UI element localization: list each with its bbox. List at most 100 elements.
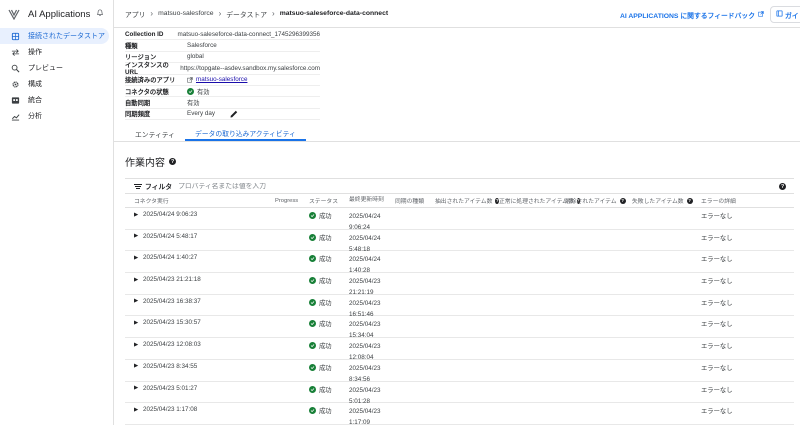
detail-value: Every day [187,109,239,119]
check-circle-icon [309,255,316,263]
notification-bell-icon[interactable] [95,9,105,19]
expand-arrow-icon[interactable]: ▶ [134,277,143,283]
updated-date: 2025/04/24 [349,213,381,220]
updated-time: 1:40:28 [349,267,371,275]
table-row[interactable]: ▶ 2025/04/23 12:08:03 成功 2025/04/23 12:0… [125,338,794,363]
status-text: 成功 [319,213,332,220]
edit-pencil-icon[interactable] [229,109,239,119]
expand-arrow-icon[interactable]: ▶ [134,212,143,218]
detail-value: global [187,53,204,61]
expand-arrow-icon[interactable]: ▶ [134,255,143,261]
status-text: 成功 [319,256,332,264]
detail-value: 有効 [187,100,200,108]
run-cell: ▶ 2025/04/23 1:17:08 [125,406,275,413]
run-time: 2025/04/24 5:48:17 [143,232,198,240]
column-header-run[interactable]: コネクタ実行 [125,196,275,205]
column-header-deleted[interactable]: 削除されたアイテム? [565,196,632,205]
sidebar-item-integration[interactable]: 統合 [0,92,113,108]
help-icon[interactable]: ? [686,197,693,204]
column-header-extracted[interactable]: 抽出されたアイテム数? [435,196,499,205]
filter-label: フィルタ [145,184,173,191]
status-cell: 成功 [309,276,349,285]
table-row[interactable]: ▶ 2025/04/24 1:40:27 成功 2025/04/24 1:40:… [125,251,794,275]
section-title: 作業内容 ? [125,154,176,169]
sidebar-item-configuration[interactable]: 構成 [0,76,113,92]
sidebar-nav: 接続されたデータストア 操作 プレビュー 構成 統合 分析 [0,28,113,124]
column-header-progress[interactable]: Progress [275,198,309,204]
sidebar-item-analytics[interactable]: 分析 [0,108,113,124]
detail-label: 接続済みのアプリ [125,77,176,85]
error-cell: エラーなし [701,234,733,242]
detail-label: Collection ID [125,30,164,38]
sync-frequency-value: Every day [187,110,215,118]
error-cell: エラーなし [701,343,733,351]
updated-cell: 2025/04/23 8:34:56 [349,363,395,385]
updated-date: 2025/04/23 [349,278,381,286]
error-cell: エラーなし [701,299,733,307]
table-row[interactable]: ▶ 2025/04/23 15:30:57 成功 2025/04/23 15:3… [125,316,794,339]
expand-arrow-icon[interactable]: ▶ [134,407,143,413]
expand-arrow-icon[interactable]: ▶ [134,298,143,304]
expand-arrow-icon[interactable]: ▶ [134,385,143,391]
check-circle-icon [309,320,316,328]
column-header-processed[interactable]: 正常に処理されたアイテム数? [499,196,580,205]
expand-arrow-icon[interactable]: ▶ [134,363,143,369]
status-cell: 成功 [309,341,349,350]
tab-ingestion-activity[interactable]: データの取り込みアクティビティ [184,127,306,141]
table-row[interactable]: ▶ 2025/04/23 21:21:18 成功 2025/04/23 21:2… [125,273,794,297]
external-link-icon [758,11,764,19]
run-cell: ▶ 2025/04/24 9:06:23 [125,211,275,218]
check-circle-icon [309,342,316,350]
filter-input[interactable] [178,182,339,190]
run-cell: ▶ 2025/04/23 16:38:37 [125,298,275,305]
detail-label: 自動同期 [125,100,151,108]
expand-arrow-icon[interactable]: ▶ [134,320,143,326]
help-icon[interactable]: ? [619,197,626,204]
check-circle-icon [309,298,316,306]
check-circle-icon [309,212,316,219]
updated-time: 12:08:04 [349,354,374,362]
table-row[interactable]: ▶ 2025/04/24 9:06:23 成功 2025/04/24 9:06:… [125,208,794,231]
sidebar: AI Applications 接続されたデータストア 操作 プレビュー 構成 … [0,0,114,425]
status-cell: 成功 [309,406,349,415]
detail-row-type: 種類 Salesforce [125,40,320,52]
help-icon[interactable]: ? [169,158,176,165]
updated-time: 21:21:19 [349,289,374,297]
breadcrumb-apps[interactable]: アプリ [125,9,145,19]
detail-row-auto-sync: 自動同期 有効 [125,97,320,109]
sidebar-item-preview[interactable]: プレビュー [0,60,113,76]
run-time: 2025/04/23 21:21:18 [143,276,201,284]
breadcrumb-datastores[interactable]: データストア [226,9,267,19]
detail-label: コネクタの状態 [125,88,169,96]
column-header-failed[interactable]: 失敗したアイテム数? [632,196,701,205]
connected-app-link[interactable]: matsuo-salesforce [196,76,247,83]
column-header-status[interactable]: ステータス [309,196,349,205]
detail-value: matsuo-saleseforce-data-connect_17452963… [177,30,320,38]
help-icon[interactable]: ? [779,183,786,190]
table-row[interactable]: ▶ 2025/04/23 1:17:08 成功 2025/04/23 1:17:… [125,403,794,425]
table-row[interactable]: ▶ 2025/04/23 8:34:55 成功 2025/04/23 8:34:… [125,360,794,385]
expand-arrow-icon[interactable]: ▶ [134,342,143,348]
sidebar-item-operations[interactable]: 操作 [0,44,113,60]
status-text: 成功 [319,321,332,329]
table-row[interactable]: ▶ 2025/04/23 5:01:27 成功 2025/04/23 5:01:… [125,382,794,405]
table-body: ▶ 2025/04/24 9:06:23 成功 2025/04/24 9:06:… [125,208,794,425]
tab-entities[interactable]: エンティティ [125,127,185,141]
status-text: 成功 [319,299,332,307]
table-row[interactable]: ▶ 2025/04/24 5:48:17 成功 2025/04/24 5:48:… [125,230,794,253]
column-header-sync-type[interactable]: 同期の種類 [395,196,435,205]
column-header-updated[interactable]: 最終更新時刻 [349,195,395,206]
expand-arrow-icon[interactable]: ▶ [134,233,143,239]
column-header-error[interactable]: エラーの詳細 [701,196,736,205]
sidebar-item-label: 分析 [28,113,42,120]
status-text: 成功 [319,278,332,286]
sidebar-item-connected-datastores[interactable]: 接続されたデータストア [0,28,109,44]
status-text: 成功 [319,234,332,242]
feedback-link[interactable]: AI APPLICATIONS に関するフィードバック [620,10,764,20]
updated-date: 2025/04/23 [349,364,381,372]
breadcrumb-app[interactable]: matsuo-salesforce [158,10,214,17]
updated-date: 2025/04/23 [349,321,381,329]
guide-button[interactable]: ガイ [770,6,800,23]
updated-cell: 2025/04/23 12:08:04 [349,341,395,363]
table-row[interactable]: ▶ 2025/04/23 16:38:37 成功 2025/04/23 16:5… [125,295,794,318]
